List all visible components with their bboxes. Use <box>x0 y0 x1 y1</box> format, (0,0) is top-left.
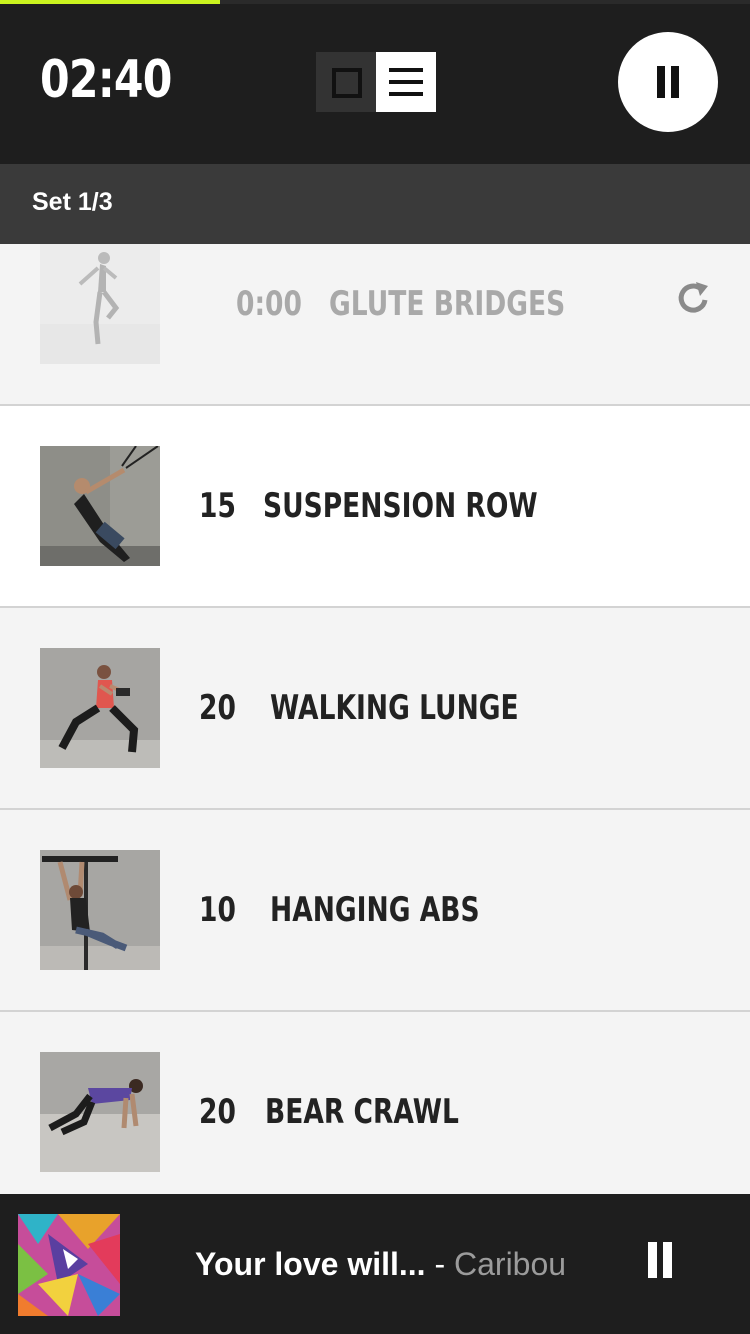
exercise-thumbnail <box>40 446 160 566</box>
exercise-name: HANGING ABS <box>270 890 480 930</box>
square-icon <box>332 68 362 98</box>
exercise-name: GLUTE BRIDGES <box>329 284 566 324</box>
exercise-thumbnail <box>40 244 160 364</box>
list-view-button[interactable] <box>376 52 436 112</box>
exercise-thumbnail <box>40 1052 160 1172</box>
exercise-count: 0:00 <box>236 284 302 324</box>
exercise-name: SUSPENSION ROW <box>263 486 538 526</box>
workout-timer: 02:40 <box>40 50 172 110</box>
set-bar: Set 1/3 <box>0 164 750 244</box>
exercise-count: 10 <box>199 890 236 930</box>
set-label: Set 1/3 <box>32 188 113 216</box>
exercise-count: 15 <box>199 486 236 526</box>
track-separator: - <box>434 1246 454 1282</box>
exercise-count: 20 <box>199 1092 236 1132</box>
exercise-name: BEAR CRAWL <box>265 1092 459 1132</box>
exercise-count: 20 <box>199 688 236 728</box>
exercise-row-bear-crawl[interactable]: 20 BEAR CRAWL <box>0 1012 750 1194</box>
view-toggle <box>316 52 436 112</box>
exercise-row-walking-lunge[interactable]: 20 WALKING LUNGE <box>0 608 750 810</box>
now-playing-track[interactable]: Your love will... - Caribou <box>195 1246 566 1283</box>
replay-icon[interactable] <box>674 278 714 318</box>
exercise-thumbnail <box>40 648 160 768</box>
music-pause-button[interactable] <box>648 1242 676 1278</box>
pause-workout-button[interactable] <box>618 32 718 132</box>
exercise-row-suspension-row[interactable]: 15 SUSPENSION ROW <box>0 406 750 608</box>
exercise-list[interactable]: 0:00 GLUTE BRIDGES 15 SUSPENSION ROW 20 … <box>0 244 750 1194</box>
music-player: Your love will... - Caribou <box>0 1194 750 1334</box>
workout-header: 02:40 <box>0 4 750 164</box>
track-artist: Caribou <box>454 1246 567 1282</box>
exercise-thumbnail <box>40 850 160 970</box>
album-art[interactable] <box>18 1214 120 1316</box>
single-view-button[interactable] <box>316 52 376 112</box>
exercise-row-hanging-abs[interactable]: 10 HANGING ABS <box>0 810 750 1012</box>
exercise-row-glute-bridges[interactable]: 0:00 GLUTE BRIDGES <box>0 244 750 406</box>
track-title: Your love will... <box>195 1246 426 1282</box>
exercise-name: WALKING LUNGE <box>270 688 519 728</box>
